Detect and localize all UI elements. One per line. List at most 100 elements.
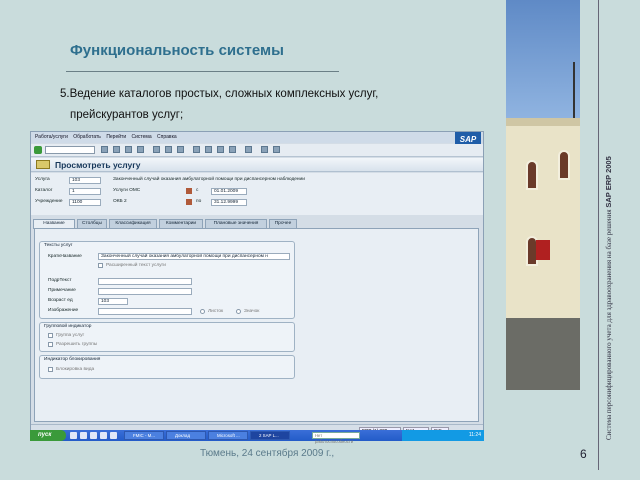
type-lock-checkbox[interactable] bbox=[48, 367, 53, 372]
allow-groups-label: Разрешить группы bbox=[56, 342, 98, 347]
catalog-field[interactable]: 1 bbox=[69, 188, 101, 195]
cancel-icon[interactable] bbox=[137, 146, 144, 153]
app-icon[interactable] bbox=[110, 432, 117, 439]
tab-planned-values[interactable]: Плановые значения bbox=[205, 219, 267, 228]
slide: Функциональность системы 5.Ведение катал… bbox=[0, 0, 640, 480]
service-field[interactable]: 103 bbox=[69, 177, 101, 184]
vertical-caption: Система персонифицированного учета для з… bbox=[604, 0, 634, 440]
menu-item-edit[interactable]: Обработать bbox=[73, 134, 101, 140]
window-arch bbox=[526, 160, 538, 190]
service-group-label: Группа услуг bbox=[56, 333, 85, 338]
taskbar-item-microsoft[interactable]: Microsoft ... bbox=[208, 431, 248, 440]
page-number: 6 bbox=[580, 447, 587, 461]
age-label: Возраст ед bbox=[48, 298, 73, 303]
lock-indicator-group: Индикатор блокирования Блокировка вида bbox=[39, 355, 295, 379]
slide-footer: Тюмень, 24 сентября 2009 г., bbox=[200, 448, 335, 459]
building-facade bbox=[506, 118, 580, 318]
note-field[interactable] bbox=[98, 288, 192, 295]
short-name-label: КраткНазвание bbox=[48, 254, 82, 259]
new-session-icon[interactable] bbox=[245, 146, 252, 153]
clock: 11:24 bbox=[468, 432, 481, 438]
save-icon[interactable] bbox=[101, 146, 108, 153]
icon-radio[interactable] bbox=[236, 309, 241, 314]
exit-icon[interactable] bbox=[125, 146, 132, 153]
taskbar-item-sap[interactable]: 2 SAP L... bbox=[250, 431, 290, 440]
group-indicator-group: Групповой индикатор Группа услуг Разреши… bbox=[39, 322, 295, 352]
system-tray: 11:24 bbox=[402, 430, 484, 441]
calendar-icon[interactable] bbox=[186, 199, 192, 205]
prev-page-icon[interactable] bbox=[205, 146, 212, 153]
age-field[interactable]: 103 bbox=[98, 298, 128, 305]
antenna-pole bbox=[573, 62, 575, 122]
tab-other[interactable]: Прочее bbox=[269, 219, 297, 228]
back-icon[interactable] bbox=[113, 146, 120, 153]
find-next-icon[interactable] bbox=[177, 146, 184, 153]
building-trim bbox=[506, 118, 580, 126]
catalog-label: Каталог bbox=[35, 188, 53, 193]
date-to-prefix: по bbox=[196, 199, 202, 204]
sap-window: Работа/услуги Обработать Перейти Система… bbox=[30, 131, 484, 441]
standard-toolbar bbox=[31, 144, 483, 157]
short-name-field[interactable]: Законченный случай оказания амбулаторной… bbox=[98, 253, 290, 260]
menu-item-help[interactable]: Справка bbox=[157, 134, 177, 140]
image-label: Изображение bbox=[48, 308, 79, 313]
first-page-icon[interactable] bbox=[193, 146, 200, 153]
command-field[interactable] bbox=[45, 146, 95, 154]
desktop-icon[interactable] bbox=[70, 432, 77, 439]
tab-comments[interactable]: Комментарии bbox=[159, 219, 203, 228]
help-icon[interactable] bbox=[261, 146, 268, 153]
note-label: Примечание bbox=[48, 288, 76, 293]
screen-title-bar: Просмотреть услугу bbox=[31, 158, 483, 172]
service-group-checkbox[interactable] bbox=[48, 333, 53, 338]
bullet-line-1: 5.Ведение каталогов простых, сложных ком… bbox=[60, 88, 379, 100]
taskbar-item-report[interactable]: Доклад bbox=[166, 431, 206, 440]
bullet-text: 5.Ведение каталогов простых, сложных ком… bbox=[60, 84, 378, 126]
taskbar-search[interactable]: Нет работоспособности bbox=[312, 432, 360, 444]
app-icon[interactable] bbox=[90, 432, 97, 439]
catalog-description: Услуги ОМС bbox=[113, 188, 141, 193]
menu-item-system[interactable]: Система bbox=[132, 134, 152, 140]
vertical-divider bbox=[598, 0, 599, 470]
subtext-field[interactable] bbox=[98, 278, 192, 285]
service-label: Услуга bbox=[35, 177, 50, 182]
enter-icon[interactable] bbox=[34, 146, 42, 154]
tab-pane: Тексты услуг КраткНазвание Законченный с… bbox=[34, 228, 479, 422]
tab-columns[interactable]: Столбцы bbox=[77, 219, 107, 228]
institution-field[interactable]: 1100 bbox=[69, 199, 101, 206]
type-lock-label: Блокировка вида bbox=[56, 367, 95, 372]
texts-group-title: Тексты услуг bbox=[44, 243, 73, 248]
leaflet-radio-label: Листок bbox=[208, 309, 224, 314]
layout-icon[interactable] bbox=[273, 146, 280, 153]
icon-radio-label: Значок bbox=[244, 309, 260, 314]
subtext-label: ПодрТекст bbox=[48, 278, 72, 283]
taskbar-item-fmic[interactable]: FMIC - M... bbox=[124, 431, 164, 440]
allow-groups-checkbox[interactable] bbox=[48, 342, 53, 347]
texts-group: Тексты услуг КраткНазвание Законченный с… bbox=[39, 241, 295, 319]
tab-classification[interactable]: Классификация bbox=[109, 219, 157, 228]
browser-icon[interactable] bbox=[80, 432, 87, 439]
menu-item-goto[interactable]: Перейти bbox=[106, 134, 126, 140]
calendar-icon[interactable] bbox=[186, 188, 192, 194]
long-text-checkbox[interactable] bbox=[98, 263, 103, 268]
start-button[interactable]: пуск bbox=[30, 430, 66, 441]
screen-title: Просмотреть услугу bbox=[55, 160, 141, 170]
service-description: Законченный случай оказания амбулаторной… bbox=[113, 177, 305, 182]
group-indicator-title: Групповой индикатор bbox=[44, 324, 92, 329]
print-icon[interactable] bbox=[153, 146, 160, 153]
institution-label: Учреждение bbox=[35, 199, 63, 204]
next-page-icon[interactable] bbox=[217, 146, 224, 153]
menu-bar: Работа/услуги Обработать Перейти Система… bbox=[31, 132, 483, 143]
red-sign bbox=[536, 240, 550, 260]
header-area: Услуга 103 Законченный случай оказания а… bbox=[31, 173, 483, 215]
date-to-field[interactable]: 31.12.9999 bbox=[211, 199, 247, 206]
menu-item-services[interactable]: Работа/услуги bbox=[35, 134, 68, 140]
app-icon[interactable] bbox=[100, 432, 107, 439]
leaflet-radio[interactable] bbox=[200, 309, 205, 314]
last-page-icon[interactable] bbox=[229, 146, 236, 153]
image-field[interactable] bbox=[98, 308, 192, 315]
vertical-caption-bold: SAP ERP 2005 bbox=[604, 156, 613, 208]
find-icon[interactable] bbox=[165, 146, 172, 153]
date-from-field[interactable]: 01.01.2009 bbox=[211, 188, 247, 195]
window-arch bbox=[558, 150, 570, 180]
other-service-icon[interactable] bbox=[36, 160, 50, 169]
